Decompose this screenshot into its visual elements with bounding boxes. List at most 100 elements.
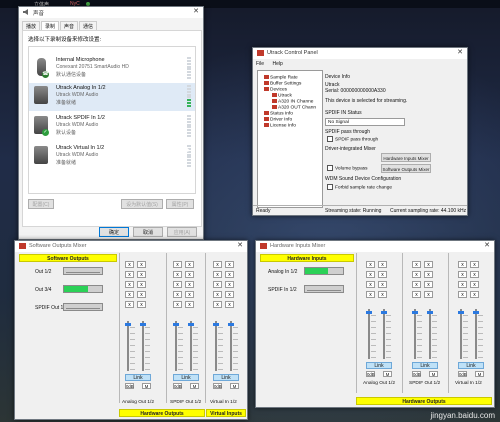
link-button[interactable]: Link: [412, 362, 438, 369]
route-toggle[interactable]: x: [173, 291, 182, 298]
route-toggle[interactable]: x: [125, 271, 134, 278]
route-toggle[interactable]: x: [470, 271, 479, 278]
route-toggle[interactable]: x: [125, 301, 134, 308]
route-toggle[interactable]: x: [125, 281, 134, 288]
title-bar[interactable]: Utrack Control Panel ✕: [253, 48, 467, 59]
forbid-rate-checkbox[interactable]: Forbid sample rate change: [327, 184, 392, 190]
route-toggle[interactable]: x: [225, 281, 234, 288]
fader-handle[interactable]: [473, 311, 479, 314]
route-toggle[interactable]: x: [185, 301, 194, 308]
mute-button[interactable]: M: [190, 383, 199, 389]
mute-button[interactable]: M: [230, 383, 239, 389]
tab-recording[interactable]: 录制: [41, 21, 60, 30]
properties-button[interactable]: 属性(P): [166, 199, 194, 209]
route-toggle[interactable]: x: [378, 271, 387, 278]
route-toggle[interactable]: x: [470, 261, 479, 268]
tree-item[interactable]: Sample Rate: [264, 75, 298, 80]
route-toggle[interactable]: x: [185, 281, 194, 288]
tree-item[interactable]: Devices: [264, 87, 287, 92]
set-default-button[interactable]: 设为默认值(S): [121, 199, 163, 209]
route-toggle[interactable]: x: [213, 301, 222, 308]
route-toggle[interactable]: x: [424, 291, 433, 298]
link-button[interactable]: Link: [213, 374, 239, 381]
route-toggle[interactable]: x: [412, 261, 421, 268]
title-bar[interactable]: Hardware Inputs Mixer ✕: [256, 241, 494, 252]
fader-handle[interactable]: [381, 311, 387, 314]
route-toggle[interactable]: x: [137, 291, 146, 298]
tree-item[interactable]: Driver Info: [264, 117, 292, 122]
fader-handle[interactable]: [366, 311, 372, 314]
route-toggle[interactable]: x: [366, 291, 375, 298]
list-item[interactable]: Utrack Analog In 1/2 Utrack WDM Audio 准备…: [29, 83, 195, 111]
link-button[interactable]: Link: [125, 374, 151, 381]
hardware-inputs-mixer-button[interactable]: Hardware Inputs Mixer: [381, 153, 431, 162]
route-toggle[interactable]: x: [173, 281, 182, 288]
route-toggle[interactable]: x: [185, 261, 194, 268]
route-toggle[interactable]: x: [366, 281, 375, 288]
route-toggle[interactable]: x: [125, 291, 134, 298]
route-toggle[interactable]: x: [137, 261, 146, 268]
close-icon[interactable]: ✕: [236, 242, 244, 250]
close-icon[interactable]: ✕: [192, 8, 200, 16]
route-toggle[interactable]: x: [424, 281, 433, 288]
route-toggle[interactable]: x: [137, 301, 146, 308]
link-button[interactable]: Link: [173, 374, 199, 381]
tree-item[interactable]: Status Info: [264, 111, 293, 116]
mute-button[interactable]: M: [383, 371, 392, 377]
route-toggle[interactable]: x: [470, 291, 479, 298]
fader-handle[interactable]: [228, 323, 234, 326]
fader-handle[interactable]: [173, 323, 179, 326]
route-toggle[interactable]: x: [412, 271, 421, 278]
route-toggle[interactable]: x: [213, 281, 222, 288]
route-toggle[interactable]: x: [412, 281, 421, 288]
fader-handle[interactable]: [427, 311, 433, 314]
route-toggle[interactable]: x: [424, 261, 433, 268]
route-toggle[interactable]: x: [213, 271, 222, 278]
close-icon[interactable]: ✕: [456, 49, 464, 57]
route-toggle[interactable]: x: [378, 291, 387, 298]
route-toggle[interactable]: x: [173, 271, 182, 278]
spdif-pass-checkbox[interactable]: SPDIF pass through: [327, 136, 378, 142]
route-toggle[interactable]: x: [458, 271, 467, 278]
route-toggle[interactable]: x: [137, 281, 146, 288]
menu-file[interactable]: File: [256, 61, 264, 67]
route-toggle[interactable]: x: [173, 301, 182, 308]
zero-db-button[interactable]: 0dB: [213, 383, 222, 389]
route-toggle[interactable]: x: [125, 261, 134, 268]
fader-handle[interactable]: [188, 323, 194, 326]
configure-button[interactable]: 配置(C): [28, 199, 54, 209]
route-toggle[interactable]: x: [470, 281, 479, 288]
mute-button[interactable]: M: [429, 371, 438, 377]
tree-item[interactable]: A320 IN Channe: [272, 99, 313, 104]
tab-playback[interactable]: 播放: [22, 21, 41, 30]
route-toggle[interactable]: x: [137, 271, 146, 278]
tab-sounds[interactable]: 声音: [60, 21, 79, 30]
route-toggle[interactable]: x: [458, 261, 467, 268]
route-toggle[interactable]: x: [366, 271, 375, 278]
route-toggle[interactable]: x: [213, 261, 222, 268]
tree-item[interactable]: Buffer Settings: [264, 81, 301, 86]
zero-db-button[interactable]: 0dB: [366, 371, 375, 377]
zero-db-button[interactable]: 0dB: [458, 371, 467, 377]
menu-help[interactable]: Help: [272, 61, 282, 67]
ok-button[interactable]: 确定: [99, 227, 129, 237]
cancel-button[interactable]: 取消: [133, 227, 163, 237]
zero-db-button[interactable]: 0dB: [125, 383, 134, 389]
route-toggle[interactable]: x: [213, 291, 222, 298]
route-toggle[interactable]: x: [225, 271, 234, 278]
volume-bypass-checkbox[interactable]: Volume bypass: [327, 165, 368, 171]
route-toggle[interactable]: x: [458, 281, 467, 288]
route-toggle[interactable]: x: [412, 291, 421, 298]
tree-item[interactable]: Utrack: [272, 93, 292, 98]
route-toggle[interactable]: x: [458, 291, 467, 298]
mute-button[interactable]: M: [475, 371, 484, 377]
mute-button[interactable]: M: [142, 383, 151, 389]
fader-handle[interactable]: [140, 323, 146, 326]
route-toggle[interactable]: x: [378, 261, 387, 268]
zero-db-button[interactable]: 0dB: [173, 383, 182, 389]
fader-handle[interactable]: [213, 323, 219, 326]
software-outputs-mixer-button[interactable]: Software Outputs Mixer: [381, 164, 431, 173]
tab-communications[interactable]: 通信: [79, 21, 98, 30]
list-item[interactable]: Utrack Virtual In 1/2 Utrack WDM Audio 准…: [29, 143, 195, 171]
route-toggle[interactable]: x: [173, 261, 182, 268]
